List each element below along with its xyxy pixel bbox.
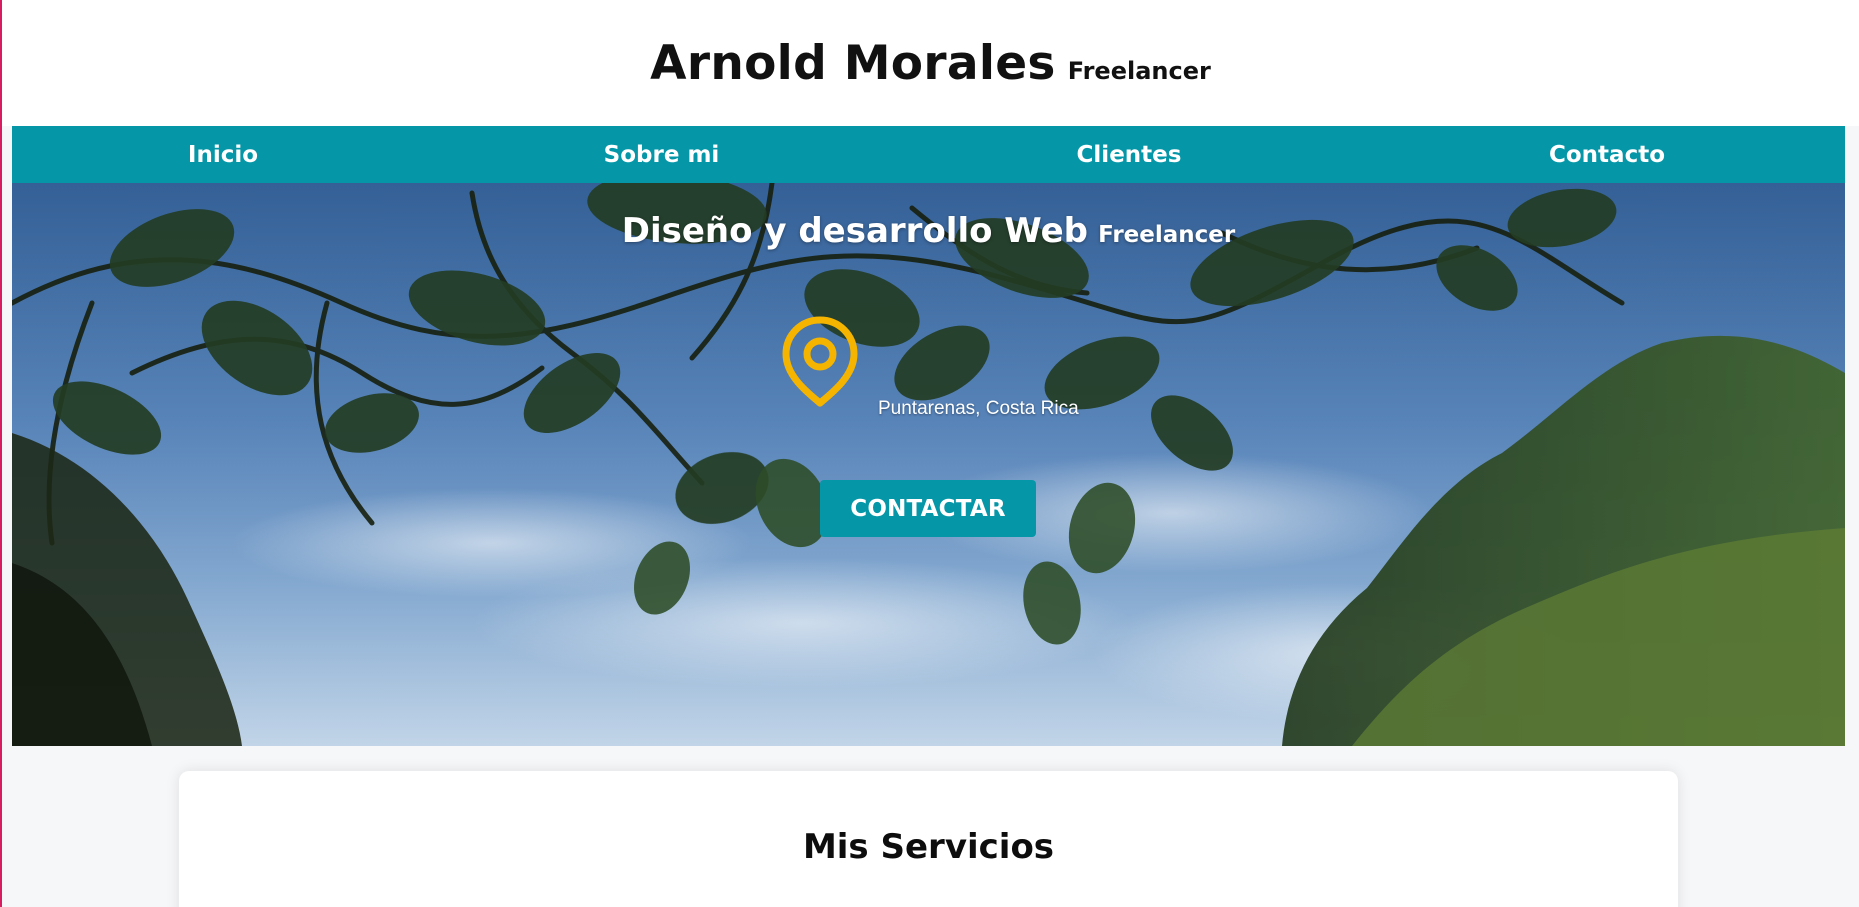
contact-button[interactable]: CONTACTAR <box>820 480 1036 537</box>
nav-contacto[interactable]: Contacto <box>1369 142 1845 168</box>
site-header: Arnold Morales Freelancer <box>2 0 1859 126</box>
hero-title: Diseño y desarrollo Web Freelancer <box>12 211 1845 251</box>
nav-inicio[interactable]: Inicio <box>12 142 434 168</box>
nav-sobre-mi[interactable]: Sobre mi <box>434 142 889 168</box>
brand: Arnold Morales Freelancer <box>650 36 1211 91</box>
services-card: Mis Servicios <box>179 771 1678 907</box>
hero-title-main: Diseño y desarrollo Web <box>621 211 1088 251</box>
nav-clientes[interactable]: Clientes <box>889 142 1369 168</box>
location-pin-icon <box>782 316 858 407</box>
main-navigation: Inicio Sobre mi Clientes Contacto <box>12 126 1845 183</box>
location-label: Puntarenas, Costa Rica <box>878 398 1079 419</box>
services-title: Mis Servicios <box>802 827 1055 867</box>
brand-name: Arnold Morales <box>650 35 1056 91</box>
page: Arnold Morales Freelancer Inicio Sobre m… <box>0 0 1859 907</box>
brand-tagline: Freelancer <box>1067 56 1211 85</box>
hero-background-image <box>12 183 1845 746</box>
hero-section: Diseño y desarrollo Web Freelancer Punta… <box>12 183 1845 746</box>
hero-title-tag: Freelancer <box>1098 222 1236 248</box>
